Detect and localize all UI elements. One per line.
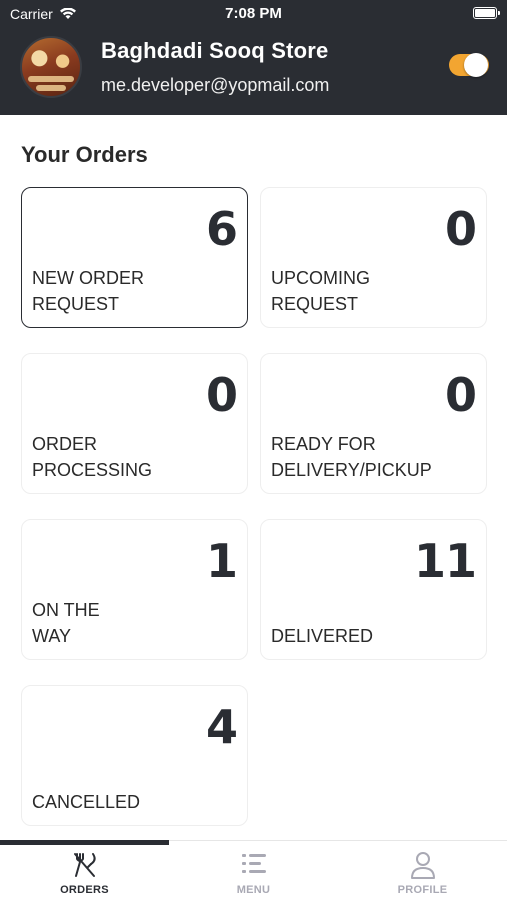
tab-label-menu: MENU <box>236 884 271 896</box>
order-card-upcoming-request[interactable]: 0 UPCOMING REQUEST <box>260 187 487 328</box>
tab-menu[interactable]: MENU <box>169 848 338 900</box>
order-label: NEW ORDER REQUEST <box>32 268 144 314</box>
order-count: 6 <box>205 202 238 256</box>
order-label: READY FOR DELIVERY/PICKUP <box>271 434 432 480</box>
profile-person-icon <box>411 852 435 879</box>
order-label: ON THE WAY <box>32 600 100 646</box>
status-time: 7:08 PM <box>225 5 282 22</box>
active-tab-indicator <box>0 840 169 845</box>
store-email: me.developer@yopmail.com <box>101 75 330 95</box>
store-avatar[interactable] <box>20 36 82 98</box>
header-background: Carrier 7:08 PM Baghdadi Sooq Store me.d… <box>0 0 507 115</box>
avatar-detail <box>36 85 66 91</box>
store-status-toggle[interactable] <box>449 53 489 77</box>
avatar-detail <box>28 76 74 82</box>
order-card-ready-for-delivery[interactable]: 0 READY FOR DELIVERY/PICKUP <box>260 353 487 494</box>
order-card-order-processing[interactable]: 0 ORDER PROCESSING <box>21 353 248 494</box>
tab-orders[interactable]: ORDERS <box>0 848 169 900</box>
battery-icon <box>473 7 500 19</box>
menu-list-icon <box>242 854 266 873</box>
order-count: 0 <box>444 202 477 256</box>
order-card-new-order-request[interactable]: 6 NEW ORDER REQUEST <box>21 187 248 328</box>
status-bar: Carrier 7:08 PM <box>0 0 507 28</box>
store-header: Baghdadi Sooq Store me.developer@yopmail… <box>0 28 507 115</box>
order-label: CANCELLED <box>32 792 141 812</box>
order-label: ORDER PROCESSING <box>32 434 153 480</box>
tab-label-orders: ORDERS <box>60 884 109 896</box>
store-name: Baghdadi Sooq Store <box>101 38 329 63</box>
order-count: 11 <box>413 534 477 588</box>
page-title: Your Orders <box>21 142 148 167</box>
order-count: 1 <box>205 534 238 588</box>
order-card-on-the-way[interactable]: 1 ON THE WAY <box>21 519 248 660</box>
toggle-knob <box>464 53 488 77</box>
order-count: 0 <box>205 368 238 422</box>
tab-profile[interactable]: PROFILE <box>338 848 507 900</box>
order-label: DELIVERED <box>271 626 374 646</box>
order-label: UPCOMING REQUEST <box>271 268 370 314</box>
order-card-delivered[interactable]: 11 DELIVERED <box>260 519 487 660</box>
tab-label-profile: PROFILE <box>397 884 448 896</box>
order-count: 4 <box>205 700 238 754</box>
fork-knife-icon <box>74 853 96 877</box>
order-card-cancelled[interactable]: 4 CANCELLED <box>21 685 248 826</box>
order-count: 0 <box>444 368 477 422</box>
